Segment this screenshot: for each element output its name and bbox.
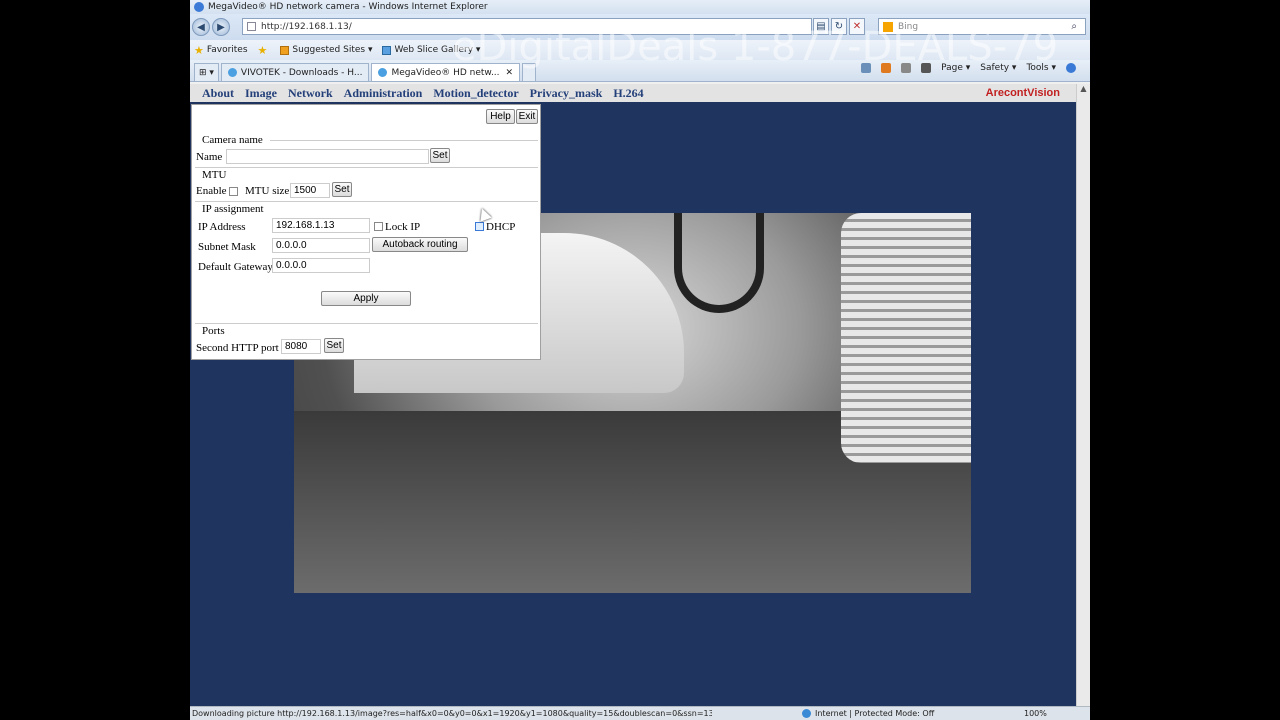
tab-megavideo[interactable]: MegaVideo® HD netw... ✕ bbox=[371, 63, 521, 81]
print-icon[interactable] bbox=[921, 63, 932, 73]
zoom-level[interactable]: 100% bbox=[1024, 709, 1047, 718]
home-icon[interactable] bbox=[861, 63, 872, 73]
feeds-icon[interactable] bbox=[881, 63, 892, 73]
http-port-set-button[interactable]: Set bbox=[324, 338, 344, 353]
vertical-scrollbar[interactable]: ▲ bbox=[1076, 84, 1090, 706]
page-content: About Image Network Administration Motio… bbox=[190, 84, 1076, 706]
dhcp-checkbox[interactable] bbox=[475, 222, 484, 231]
forward-arrow-icon[interactable]: ▶ bbox=[212, 18, 230, 36]
tab-favicon-icon bbox=[378, 68, 388, 77]
safety-menu[interactable]: Safety ▾ bbox=[980, 63, 1016, 73]
section-divider bbox=[270, 140, 538, 141]
suggested-sites-link[interactable]: Suggested Sites ▾ bbox=[280, 45, 372, 55]
subnet-mask-input[interactable]: 0.0.0.0 bbox=[272, 238, 370, 253]
address-url: http://192.168.1.13/ bbox=[261, 21, 352, 32]
nav-network[interactable]: Network bbox=[288, 86, 333, 101]
stop-icon[interactable]: ✕ bbox=[849, 18, 865, 35]
security-zone: Internet | Protected Mode: Off bbox=[802, 709, 934, 718]
second-http-port-label: Second HTTP port bbox=[196, 342, 279, 354]
browser-window: MegaVideo® HD network camera - Windows I… bbox=[190, 0, 1090, 720]
mail-icon[interactable] bbox=[901, 63, 912, 73]
address-row: ◀ ▶ http://192.168.1.13/ ▤ ↻ ✕ Bing ⌕ bbox=[190, 14, 1090, 40]
default-gateway-label: Default Gateway bbox=[198, 261, 273, 273]
lock-ip-label: Lock IP bbox=[385, 221, 421, 233]
favorites-button[interactable]: ★ Favorites bbox=[194, 44, 248, 57]
section-divider bbox=[195, 201, 538, 202]
mtu-title: MTU bbox=[202, 169, 227, 181]
camera-name-set-button[interactable]: Set bbox=[430, 148, 450, 163]
search-input[interactable]: Bing ⌕ bbox=[878, 18, 1086, 35]
video-cable-spool bbox=[841, 213, 971, 463]
subnet-mask-label: Subnet Mask bbox=[198, 241, 256, 253]
camera-nav-bar: About Image Network Administration Motio… bbox=[190, 84, 1076, 102]
bing-icon bbox=[883, 21, 893, 32]
ip-address-label: IP Address bbox=[198, 221, 246, 233]
mtu-enable-label: Enable bbox=[196, 185, 227, 197]
tab-row: ⊞ ▾ VIVOTEK - Downloads - H... MegaVideo… bbox=[190, 24, 1090, 82]
exit-button[interactable]: Exit bbox=[516, 109, 538, 124]
star-icon: ★ bbox=[194, 43, 204, 57]
tab-favicon-icon bbox=[227, 68, 237, 77]
page-icon bbox=[247, 22, 256, 31]
title-bar: MegaVideo® HD network camera - Windows I… bbox=[190, 0, 1090, 14]
compatibility-view-icon[interactable]: ▤ bbox=[813, 18, 829, 35]
mtu-size-label: MTU size: bbox=[245, 185, 293, 197]
nav-image[interactable]: Image bbox=[245, 86, 277, 101]
globe-icon bbox=[802, 709, 811, 718]
add-favorite-icon[interactable]: ★ bbox=[258, 44, 271, 57]
refresh-icon[interactable]: ↻ bbox=[831, 18, 847, 35]
mtu-set-button[interactable]: Set bbox=[332, 182, 352, 197]
ip-assignment-title: IP assignment bbox=[202, 203, 264, 215]
nav-privacy-mask[interactable]: Privacy_mask bbox=[530, 86, 603, 101]
network-settings-panel: Help Exit Camera name Name Set MTU Enabl… bbox=[191, 104, 541, 360]
quick-tabs-icon[interactable]: ⊞ ▾ bbox=[194, 63, 219, 81]
default-gateway-input[interactable]: 0.0.0.0 bbox=[272, 258, 370, 273]
apply-button[interactable]: Apply bbox=[321, 291, 411, 306]
ie-logo-icon bbox=[194, 2, 204, 12]
close-tab-icon[interactable]: ✕ bbox=[506, 68, 514, 78]
window-title: MegaVideo® HD network camera - Windows I… bbox=[208, 2, 488, 12]
ip-address-input[interactable]: 192.168.1.13 bbox=[272, 218, 370, 233]
camera-name-input[interactable] bbox=[226, 149, 429, 164]
address-bar[interactable]: http://192.168.1.13/ bbox=[242, 18, 812, 35]
lock-ip-checkbox[interactable] bbox=[374, 222, 383, 231]
tools-menu[interactable]: Tools ▾ bbox=[1026, 63, 1056, 73]
web-slice-icon bbox=[382, 45, 392, 55]
section-divider bbox=[195, 323, 538, 324]
suggested-sites-icon bbox=[280, 45, 290, 55]
new-tab-button[interactable] bbox=[522, 63, 537, 81]
mtu-enable-checkbox[interactable] bbox=[229, 187, 238, 196]
dhcp-label: DHCP bbox=[486, 221, 516, 233]
page-menu[interactable]: Page ▾ bbox=[941, 63, 970, 73]
status-text: Downloading picture http://192.168.1.13/… bbox=[192, 709, 712, 718]
command-bar: Page ▾ Safety ▾ Tools ▾ bbox=[851, 63, 1076, 73]
name-label: Name bbox=[196, 151, 223, 163]
web-slice-gallery-link[interactable]: Web Slice Gallery ▾ bbox=[382, 45, 480, 55]
ports-title: Ports bbox=[202, 325, 225, 337]
arecont-vision-logo: ArecontVision bbox=[985, 87, 1060, 99]
back-arrow-icon[interactable]: ◀ bbox=[192, 18, 210, 36]
second-http-port-input[interactable]: 8080 bbox=[281, 339, 321, 354]
nav-motion-detector[interactable]: Motion_detector bbox=[433, 86, 518, 101]
camera-name-title: Camera name bbox=[202, 134, 263, 146]
nav-about[interactable]: About bbox=[202, 86, 234, 101]
status-bar: Downloading picture http://192.168.1.13/… bbox=[190, 706, 1090, 720]
tab-vivotek[interactable]: VIVOTEK - Downloads - H... bbox=[220, 63, 370, 81]
search-icon[interactable]: ⌕ bbox=[1071, 21, 1077, 32]
nav-h264[interactable]: H.264 bbox=[613, 86, 643, 101]
video-coiled-cable bbox=[674, 213, 764, 313]
mtu-size-input[interactable]: 1500 bbox=[290, 183, 330, 198]
section-divider bbox=[195, 167, 538, 168]
scroll-up-icon[interactable]: ▲ bbox=[1077, 84, 1090, 98]
nav-administration[interactable]: Administration bbox=[344, 86, 423, 101]
favorites-bar: ★ Favorites ★ Suggested Sites ▾ Web Slic… bbox=[190, 40, 1090, 60]
search-placeholder: Bing bbox=[898, 21, 919, 32]
help-button[interactable]: Help bbox=[486, 109, 515, 124]
autoback-routing-button[interactable]: Autoback routing bbox=[372, 237, 468, 252]
help-icon[interactable] bbox=[1066, 63, 1076, 73]
